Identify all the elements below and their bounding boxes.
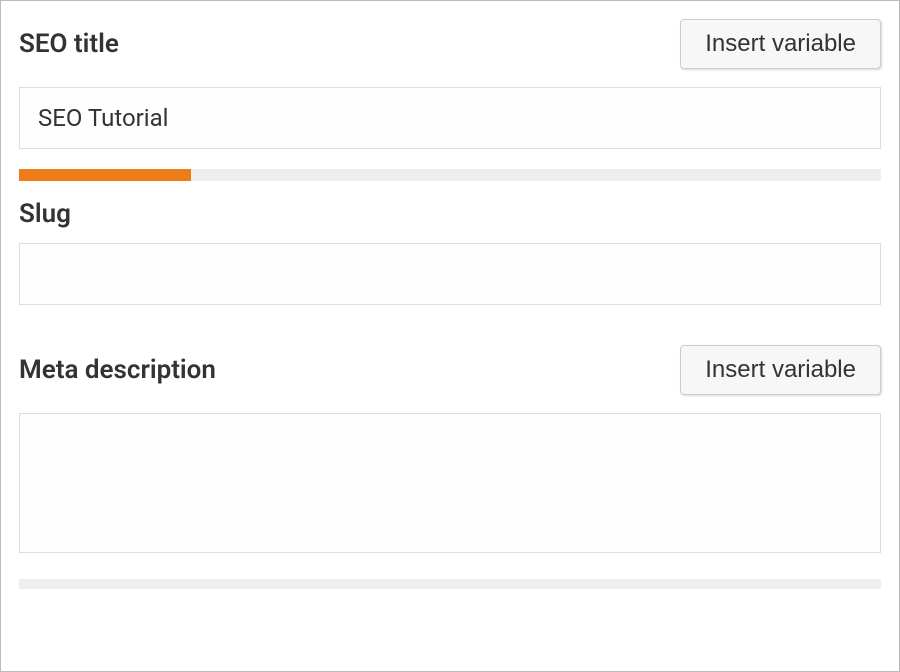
meta-description-insert-variable-button[interactable]: Insert variable [680,345,881,395]
seo-title-progress-bar [19,169,881,181]
slug-section: Slug [19,199,881,305]
meta-description-progress-bar [19,579,881,589]
meta-description-section: Meta description Insert variable [19,345,881,589]
slug-label: Slug [19,199,71,229]
meta-description-label: Meta description [19,355,216,385]
meta-description-header: Meta description Insert variable [19,345,881,395]
seo-title-header: SEO title Insert variable [19,19,881,69]
seo-title-input[interactable] [19,87,881,149]
slug-input[interactable] [19,243,881,305]
seo-title-label: SEO title [19,29,119,59]
meta-description-input[interactable] [19,413,881,553]
seo-title-progress-fill [19,169,191,181]
seo-title-insert-variable-button[interactable]: Insert variable [680,19,881,69]
slug-header: Slug [19,199,881,229]
seo-title-section: SEO title Insert variable [19,19,881,181]
